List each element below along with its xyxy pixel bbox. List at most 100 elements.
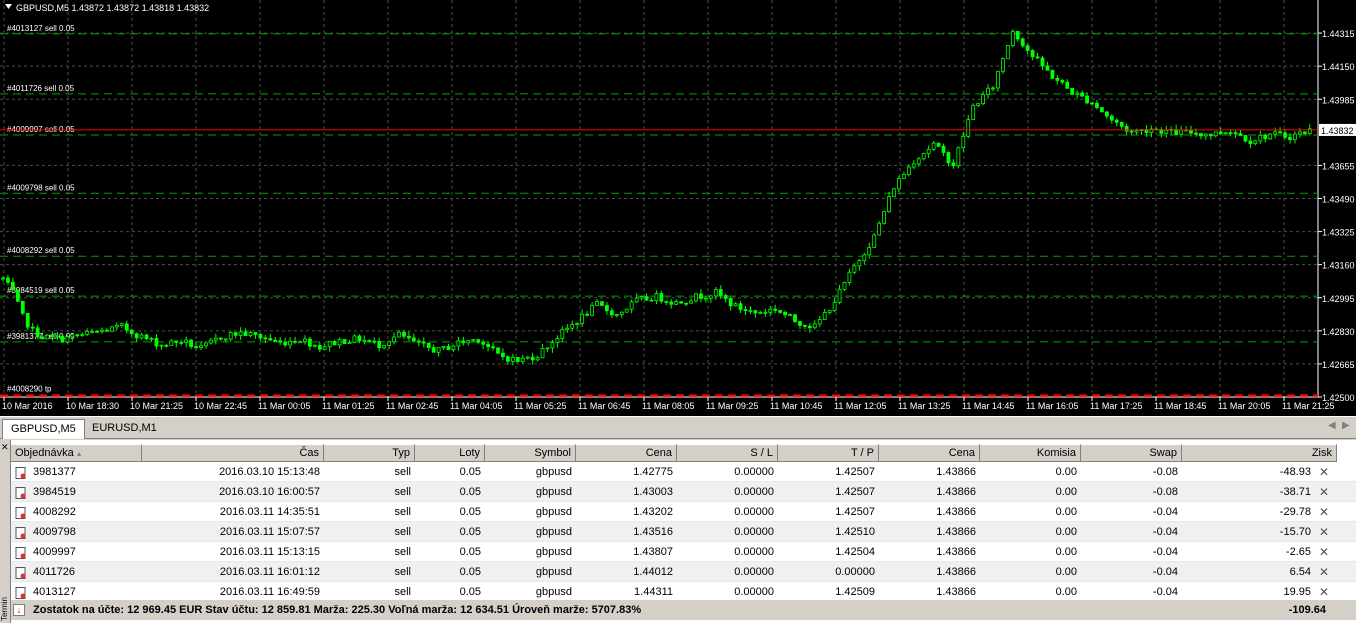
column-header-price[interactable]: Cena xyxy=(576,444,677,462)
cell-order: 4009997 xyxy=(33,546,76,558)
candle-body xyxy=(392,336,396,343)
price-chart[interactable]: 1.44315 1.44150 1.43985 1.43655 1.43490 1.433… xyxy=(0,0,1356,416)
candle-body xyxy=(377,340,382,349)
candle-body xyxy=(758,312,763,314)
candle-body xyxy=(585,313,589,316)
candle-body xyxy=(332,340,337,346)
cell-profit: -29.78 xyxy=(1279,506,1311,518)
candle-body xyxy=(926,148,931,155)
candle-body xyxy=(1253,140,1258,144)
cell-swap: -0.04 xyxy=(1152,526,1178,538)
close-order-icon[interactable]: ✕ xyxy=(1317,482,1331,502)
candle-body xyxy=(85,331,90,335)
candle-body xyxy=(793,314,797,322)
candle-body xyxy=(1283,132,1287,138)
candle-body xyxy=(882,211,886,224)
candle-body xyxy=(164,344,169,347)
candle-body xyxy=(1199,133,1203,137)
candle-body xyxy=(268,338,273,341)
cell-type: sell xyxy=(394,566,411,578)
cell-time: 2016.03.11 14:35:51 xyxy=(219,506,320,518)
candle-body xyxy=(748,310,753,312)
column-header-profit[interactable]: Zisk xyxy=(1182,444,1337,462)
column-header-sl[interactable]: S / L xyxy=(677,444,778,462)
time-axis-label: 11 Mar 21:25 xyxy=(1282,401,1334,411)
column-header-type[interactable]: Typ xyxy=(324,444,415,462)
terminal-side-strip: ✕ Termin xyxy=(0,440,11,623)
cell-swap: -0.08 xyxy=(1152,486,1178,498)
column-header-symbol[interactable]: Symbol xyxy=(485,444,576,462)
close-order-icon[interactable]: ✕ xyxy=(1317,502,1331,522)
table-row[interactable]: 4011726 2016.03.11 16:01:12 sell 0.05 gbpusd… xyxy=(11,562,1356,582)
column-header-swap[interactable]: Swap xyxy=(1081,444,1182,462)
chart-canvas[interactable]: 1.44315 1.44150 1.43985 1.43655 1.43490 1.433… xyxy=(0,0,1356,416)
candle-body xyxy=(248,332,253,337)
scroll-right-icon[interactable]: ▶ xyxy=(1342,420,1350,431)
tab-gbpusd[interactable]: GBPUSD,M5 xyxy=(2,419,85,439)
column-header-time[interactable]: Čas xyxy=(142,444,324,462)
time-axis-label: 11 Mar 13:25 xyxy=(898,401,950,411)
candle-body xyxy=(223,338,228,341)
candle-body xyxy=(95,330,99,333)
column-header-cur[interactable]: Cena xyxy=(879,444,980,462)
candle-body xyxy=(1095,102,1099,108)
scroll-left-icon[interactable]: ◀ xyxy=(1328,420,1336,431)
tab-eurusd[interactable]: EURUSD,M1 xyxy=(84,419,165,439)
close-order-icon[interactable]: ✕ xyxy=(1317,542,1331,562)
candle-body xyxy=(1119,121,1124,127)
candle-body xyxy=(80,333,85,336)
candle-body xyxy=(397,331,401,338)
close-order-icon[interactable]: ✕ xyxy=(1317,522,1331,542)
candle-body xyxy=(451,345,456,351)
table-row[interactable]: 4013127 2016.03.11 16:49:59 sell 0.05 gbpusd… xyxy=(11,582,1356,602)
cell-price: 1.43202 xyxy=(633,506,673,518)
cell-commission: 0.00 xyxy=(1055,486,1077,498)
cell-swap: -0.04 xyxy=(1152,566,1178,578)
table-row[interactable]: 3981377 2016.03.10 15:13:48 sell 0.05 gbpusd… xyxy=(11,462,1356,482)
cell-sl: 0.00000 xyxy=(734,506,774,518)
candle-body xyxy=(862,254,867,262)
candle-body xyxy=(817,319,822,325)
candle-body xyxy=(842,282,847,290)
column-header-commission[interactable]: Komisia xyxy=(980,444,1081,462)
candle-body xyxy=(520,357,525,362)
candle-body xyxy=(288,340,293,346)
candle-body xyxy=(679,301,684,304)
order-document-icon xyxy=(15,526,27,539)
order-line-label: #4013127 sell 0.05 xyxy=(7,24,75,33)
column-header-order[interactable]: Objednávka ▲ xyxy=(11,444,142,462)
candle-body xyxy=(228,332,233,340)
column-header-tp[interactable]: T / P xyxy=(778,444,879,462)
cell-symbol: gbpusd xyxy=(535,466,572,478)
table-row[interactable]: 4008292 2016.03.11 14:35:51 sell 0.05 gbpusd… xyxy=(11,502,1356,522)
candle-body xyxy=(184,339,189,343)
close-order-icon[interactable]: ✕ xyxy=(1317,562,1331,582)
candle-body xyxy=(560,329,565,340)
account-summary: ↓ Zostatok na účte: 12 969.45 EUR Stav ú… xyxy=(11,600,1356,620)
candle-body xyxy=(857,260,862,267)
candle-body xyxy=(303,338,307,343)
candle-body xyxy=(505,356,510,362)
cell-cur: 1.43866 xyxy=(936,546,976,558)
candle-body xyxy=(1109,115,1114,121)
cell-time: 2016.03.11 16:01:12 xyxy=(219,566,320,578)
sort-up-icon: ▲ xyxy=(73,451,83,458)
cell-order: 3984519 xyxy=(33,486,76,498)
close-terminal-icon[interactable]: ✕ xyxy=(1,442,9,453)
column-header-lots[interactable]: Loty xyxy=(415,444,485,462)
time-axis-label: 10 Mar 18:30 xyxy=(66,401,119,411)
candle-body xyxy=(847,271,852,283)
time-axis-label: 11 Mar 06:45 xyxy=(578,401,630,411)
table-row[interactable]: 4009997 2016.03.11 15:13:15 sell 0.05 gbpusd… xyxy=(11,542,1356,562)
close-order-icon[interactable]: ✕ xyxy=(1317,462,1331,482)
candle-body xyxy=(644,296,649,301)
table-row[interactable]: 4009798 2016.03.11 15:07:57 sell 0.05 gbpusd… xyxy=(11,522,1356,542)
price-axis-label: 1.43325 xyxy=(1322,228,1355,238)
order-line-label: #4009798 sell 0.05 xyxy=(7,183,75,192)
candle-body xyxy=(1218,131,1223,135)
price-axis-label: 1.43160 xyxy=(1322,261,1355,271)
candle-body xyxy=(1179,129,1183,135)
close-order-icon[interactable]: ✕ xyxy=(1317,582,1331,602)
candle-body xyxy=(783,312,787,316)
table-row[interactable]: 3984519 2016.03.10 16:00:57 sell 0.05 gbpusd… xyxy=(11,482,1356,502)
